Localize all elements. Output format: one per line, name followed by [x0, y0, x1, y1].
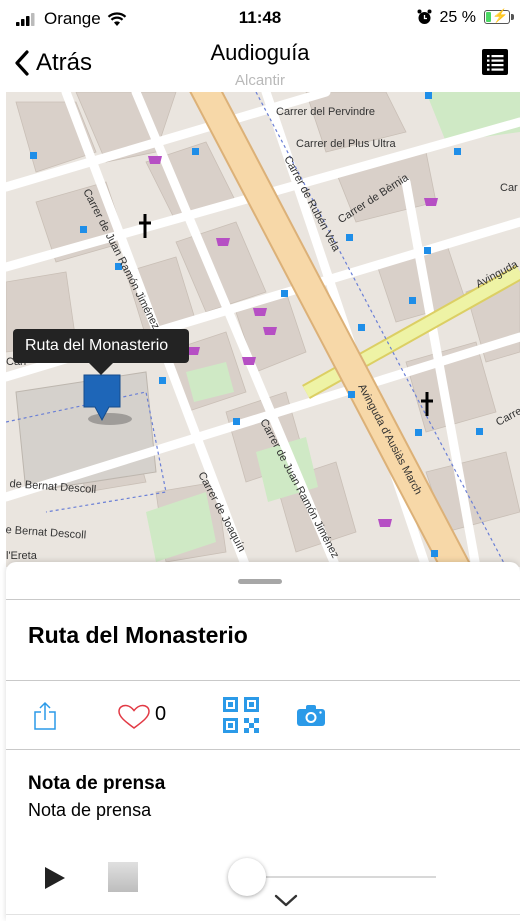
alarm-icon [417, 9, 432, 30]
share-button[interactable] [32, 701, 58, 736]
share-icon [34, 701, 56, 730]
divider [6, 680, 520, 681]
stop-button[interactable] [108, 862, 138, 892]
camera-button[interactable] [297, 705, 325, 731]
callout-pointer [87, 361, 115, 375]
divider [6, 599, 520, 600]
page-title: Audioguía [210, 40, 310, 65]
list-icon [487, 55, 504, 71]
qr-code-button[interactable] [223, 697, 259, 738]
qr-code-icon [223, 697, 259, 733]
battery-icon: ⚡ [484, 8, 514, 24]
status-bar: Orange 11:48 25 % ⚡ [0, 0, 520, 36]
play-icon [45, 867, 65, 889]
like-count: 0 [155, 703, 167, 725]
street-label: Car [500, 182, 518, 194]
street-label: Carrer del Plus Ultra [296, 138, 396, 150]
battery-percentage: 25 % [439, 9, 476, 26]
marker-callout[interactable]: Ruta del Monasterio [13, 329, 189, 363]
like-button[interactable] [117, 704, 151, 735]
divider [6, 749, 520, 750]
camera-icon [297, 705, 325, 726]
chevron-down-icon [274, 894, 298, 907]
list-menu-button[interactable] [482, 49, 508, 75]
street-label: Carrer del Pervindre [276, 106, 376, 118]
press-note-title: Nota de prensa [28, 773, 166, 794]
audio-progress-track[interactable] [250, 876, 436, 878]
press-note-text: Nota de prensa [28, 800, 152, 820]
sheet-grabber[interactable] [238, 579, 282, 584]
route-title: Ruta del Monasterio [28, 622, 248, 648]
play-button[interactable] [44, 866, 66, 895]
battery-fill [486, 12, 491, 22]
charging-bolt-icon: ⚡ [492, 8, 509, 23]
collapse-button[interactable] [274, 894, 298, 913]
page-subtitle: Alcantir [234, 72, 286, 89]
heart-icon [118, 704, 150, 729]
audio-progress-knob[interactable] [228, 858, 266, 896]
street-label: l'Ereta [6, 550, 37, 562]
divider [6, 914, 520, 915]
